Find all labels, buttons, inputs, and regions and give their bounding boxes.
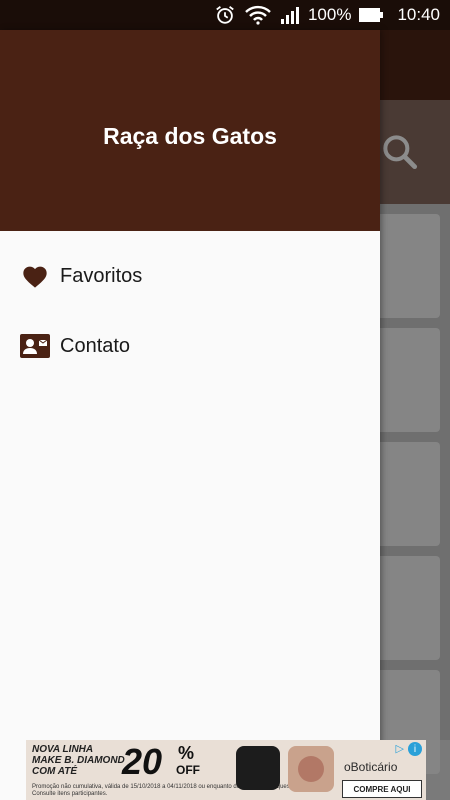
ad-headline: NOVA LINHA MAKE B. DIAMOND COM ATÉ [32,744,125,777]
ad-banner[interactable]: NOVA LINHA MAKE B. DIAMOND COM ATÉ 20 % … [26,740,426,800]
ad-off-label: OFF [176,763,200,777]
menu-item-label: Favoritos [60,264,143,287]
ad-line: MAKE B. DIAMOND [32,755,125,766]
battery-icon [359,7,384,23]
ad-product-image [288,746,334,792]
alarm-icon [214,4,236,26]
ad-line: COM ATÉ [32,766,77,777]
menu-item-favoritos[interactable]: Favoritos [0,241,380,311]
drawer-title: Raça dos Gatos [103,123,277,149]
ad-discount-number: 20 [122,741,163,782]
signal-icon [280,5,300,25]
status-bar: 100% 10:40 [0,0,450,30]
ad-close-icon[interactable]: ▷ [396,742,404,755]
menu-item-contato[interactable]: Contato [0,311,380,381]
ad-brand: oBoticário [344,760,398,774]
navigation-drawer: Raça dos Gatos Favoritos Contato [0,30,380,800]
ad-line: NOVA LINHA [32,744,94,755]
battery-percent: 100% [307,5,352,24]
heart-icon [20,261,50,291]
drawer-header: Raça dos Gatos [0,30,380,231]
ad-product-image [236,746,280,790]
wifi-icon [244,5,272,25]
contact-card-icon [20,331,50,361]
ad-cta-button[interactable]: COMPRE AQUI [342,780,422,798]
clock: 10:40 [397,5,440,24]
menu-item-label: Contato [60,334,131,357]
search-icon[interactable] [378,130,422,179]
ad-percent-sign: % [178,743,195,763]
ad-info-icon[interactable]: i [408,742,422,756]
